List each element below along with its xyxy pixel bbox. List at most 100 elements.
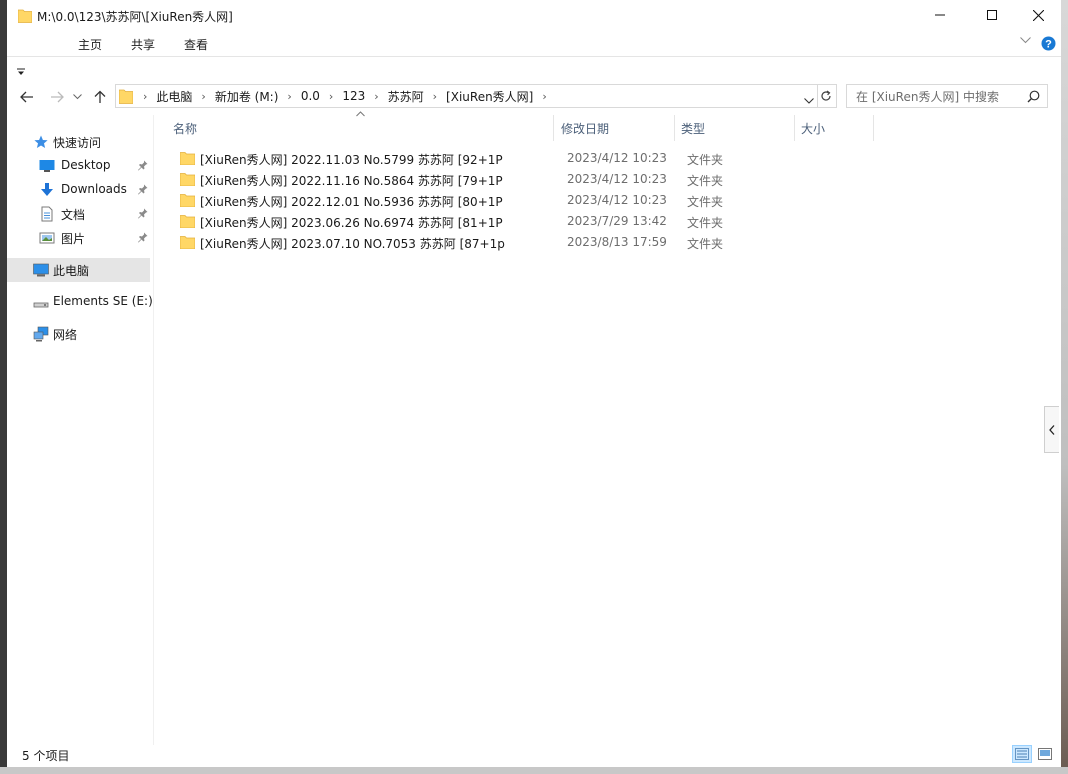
breadcrumb-susua[interactable]: 苏苏阿 [388, 88, 424, 105]
chevron-right-icon[interactable]: › [433, 90, 437, 103]
close-icon [1032, 9, 1044, 21]
breadcrumb-this-pc[interactable]: 此电脑 [156, 88, 192, 105]
arrow-up-icon [94, 90, 106, 103]
back-button[interactable] [17, 87, 37, 107]
sidebar-item-downloads[interactable]: Downloads [7, 178, 153, 202]
chevron-right-icon: › [143, 89, 148, 103]
file-modified: 2023/8/13 17:59 [567, 235, 667, 249]
file-name: [XiuRen秀人网] 2023.06.26 No.6974 苏苏阿 [81+1… [200, 216, 503, 230]
column-divider[interactable] [553, 115, 554, 141]
file-modified: 2023/4/12 10:23 [567, 151, 667, 165]
file-type: 文件夹 [687, 195, 724, 209]
chevron-right-icon[interactable]: › [329, 90, 333, 103]
sidebar-item-label: 图片 [61, 232, 86, 246]
sidebar-item-documents[interactable]: 文档 [7, 202, 153, 226]
maximize-icon [987, 10, 997, 20]
address-bar[interactable]: › 此电脑 › 新加卷 (M:) › 0.0 › 123 › 苏苏阿 › [Xi… [115, 84, 818, 108]
preview-pane-toggle[interactable] [1044, 406, 1059, 453]
minimize-button[interactable] [917, 0, 963, 30]
tab-share[interactable]: 共享 [131, 36, 155, 53]
help-icon: ? [1041, 36, 1056, 51]
sidebar-item-quick-access[interactable]: 快速访问 [7, 130, 153, 154]
up-button[interactable] [90, 87, 110, 107]
network-icon [33, 326, 49, 342]
title-bar: M:\0.0\123\苏苏阿\[XiuRen秀人网] [7, 0, 1061, 32]
tab-home[interactable]: 主页 [78, 36, 102, 53]
column-label: 大小 [801, 121, 826, 136]
qat-customize-button[interactable] [17, 65, 25, 79]
file-modified: 2023/4/12 10:23 [567, 172, 667, 186]
column-header-modified[interactable]: 修改日期 [561, 115, 609, 141]
sidebar-item-label: Elements SE (E:) [53, 294, 153, 308]
column-header-size[interactable]: 大小 [801, 115, 825, 141]
column-divider[interactable] [674, 115, 675, 141]
ribbon-expand-button[interactable] [1020, 37, 1031, 44]
file-name: [XiuRen秀人网] 2022.12.01 No.5936 苏苏阿 [80+1… [200, 195, 503, 209]
minimize-icon [935, 14, 945, 16]
file-type: 文件夹 [687, 237, 724, 251]
window-title: M:\0.0\123\苏苏阿\[XiuRen秀人网] [37, 10, 233, 24]
picture-icon [39, 232, 55, 244]
file-row[interactable]: [XiuRen秀人网] 2023.07.10 NO.7053 苏苏阿 [87+1… [173, 232, 733, 253]
computer-icon [33, 263, 49, 277]
sidebar-item-label: 快速访问 [53, 136, 102, 150]
file-row[interactable]: [XiuRen秀人网] 2022.11.16 No.5864 苏苏阿 [79+1… [173, 169, 733, 190]
file-type: 文件夹 [687, 174, 724, 188]
folder-icon [180, 173, 195, 186]
close-button[interactable] [1015, 0, 1061, 30]
chevron-right-icon[interactable]: › [287, 90, 291, 103]
pin-icon[interactable] [138, 184, 148, 195]
address-history-button[interactable] [804, 93, 814, 107]
breadcrumb-123[interactable]: 123 [342, 89, 365, 103]
pin-icon[interactable] [138, 232, 148, 243]
navigation-row: › 此电脑 › 新加卷 (M:) › 0.0 › 123 › 苏苏阿 › [Xi… [7, 82, 1061, 112]
column-divider[interactable] [873, 115, 874, 141]
chevron-right-icon[interactable]: › [542, 90, 546, 103]
folder-icon [18, 9, 32, 23]
breadcrumb-0-0[interactable]: 0.0 [301, 89, 320, 103]
column-header-name[interactable]: 名称 [173, 115, 197, 141]
maximize-button[interactable] [969, 0, 1015, 30]
help-button[interactable]: ? [1041, 36, 1056, 51]
details-view-icon [1015, 748, 1029, 760]
sidebar-item-label: 此电脑 [53, 264, 90, 278]
chevron-right-icon[interactable]: › [201, 90, 205, 103]
sidebar-item-label: Desktop [61, 158, 111, 172]
pin-icon[interactable] [138, 208, 148, 219]
sidebar-item-pictures[interactable]: 图片 [7, 226, 153, 250]
recent-locations-button[interactable] [70, 87, 84, 107]
breadcrumb-drive-m[interactable]: 新加卷 (M:) [215, 88, 279, 105]
ribbon-tabs: 主页 共享 查看 ? [7, 32, 1061, 57]
sidebar-item-this-pc[interactable]: 此电脑 [7, 258, 150, 282]
download-icon [41, 183, 53, 196]
sidebar-item-network[interactable]: 网络 [7, 322, 153, 346]
tab-view[interactable]: 查看 [184, 36, 208, 53]
forward-button[interactable] [47, 87, 67, 107]
pane-divider[interactable] [153, 115, 154, 745]
file-name: [XiuRen秀人网] 2022.11.16 No.5864 苏苏阿 [79+1… [200, 174, 503, 188]
folder-icon [180, 236, 195, 249]
dropdown-arrow-icon [17, 68, 25, 75]
refresh-icon [820, 90, 831, 101]
details-view-button[interactable] [1012, 745, 1032, 763]
item-count: 5 个项目 [22, 749, 70, 763]
chevron-down-icon [72, 94, 82, 100]
pin-icon[interactable] [138, 160, 148, 171]
file-row[interactable]: [XiuRen秀人网] 2022.12.01 No.5936 苏苏阿 [80+1… [173, 190, 733, 211]
large-icons-view-icon [1038, 748, 1052, 760]
sidebar-item-elements-drive[interactable]: Elements SE (E:) [7, 290, 153, 314]
refresh-button[interactable] [815, 84, 837, 108]
sidebar-item-label: Downloads [61, 182, 127, 196]
column-header-type[interactable]: 类型 [681, 115, 705, 141]
file-row[interactable]: [XiuRen秀人网] 2022.11.03 No.5799 苏苏阿 [92+1… [173, 148, 733, 169]
breadcrumb-xiuren[interactable]: [XiuRen秀人网] [446, 88, 533, 105]
folder-icon [180, 215, 195, 228]
desktop-edge-bottom [0, 767, 1068, 774]
chevron-right-icon[interactable]: › [374, 90, 378, 103]
sidebar-item-desktop[interactable]: Desktop [7, 154, 153, 178]
column-divider[interactable] [794, 115, 795, 141]
large-icons-view-button[interactable] [1035, 745, 1055, 763]
desktop-icon [39, 160, 55, 172]
file-row[interactable]: [XiuRen秀人网] 2023.06.26 No.6974 苏苏阿 [81+1… [173, 211, 733, 232]
search-input[interactable]: 在 [XiuRen秀人网] 中搜索 [846, 84, 1048, 108]
